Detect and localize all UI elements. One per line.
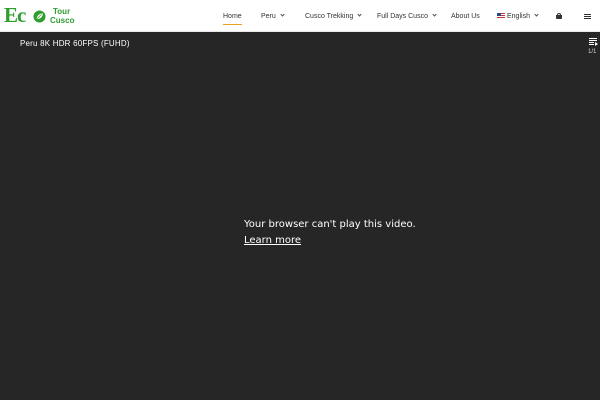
video-player[interactable]: Peru 8K HDR 60FPS (FUHD) 1/1 Your browse…: [0, 32, 600, 400]
video-title[interactable]: Peru 8K HDR 60FPS (FUHD): [20, 39, 130, 48]
site-header: Ec Tour Cusco Home Peru Cusco Trekking F…: [0, 0, 600, 32]
nav-item-label: About Us: [451, 13, 480, 20]
nav-item-full-days-cusco[interactable]: Full Days Cusco: [377, 11, 437, 23]
nav-item-label: Peru: [261, 13, 276, 20]
chevron-down-icon: [534, 12, 539, 17]
chevron-down-icon: [280, 12, 285, 17]
chevron-down-icon: [432, 12, 437, 17]
nav-item-home[interactable]: Home: [223, 11, 242, 25]
nav-item-about-us[interactable]: About Us: [451, 11, 480, 23]
eco-tour-cusco-logo[interactable]: Ec Tour Cusco: [4, 3, 74, 29]
playlist-count: 1/1: [588, 49, 597, 55]
nav-item-label: Home: [223, 13, 242, 20]
nav-item-label: English: [507, 13, 530, 20]
leaf-icon: [33, 10, 46, 23]
learn-more-link[interactable]: Learn more: [244, 235, 301, 246]
logo-eco-text: Ec: [4, 3, 26, 27]
cart-icon[interactable]: [556, 13, 563, 20]
nav-item-label: Cusco Trekking: [305, 13, 354, 20]
nav-item-label: Full Days Cusco: [377, 13, 428, 20]
nav-item-peru[interactable]: Peru: [261, 11, 285, 23]
logo-cusco-text: Cusco: [50, 16, 75, 25]
nav-item-cusco-trekking[interactable]: Cusco Trekking: [305, 11, 362, 23]
video-error: Your browser can't play this video. Lear…: [244, 219, 416, 248]
logo-tour-text: Tour: [53, 7, 71, 16]
hamburger-menu-icon[interactable]: [584, 14, 591, 20]
playlist-icon[interactable]: [589, 38, 598, 46]
chevron-down-icon: [357, 12, 362, 17]
nav-item-language[interactable]: English: [497, 11, 539, 23]
us-flag-icon: [497, 13, 505, 18]
video-error-message: Your browser can't play this video.: [244, 219, 416, 230]
